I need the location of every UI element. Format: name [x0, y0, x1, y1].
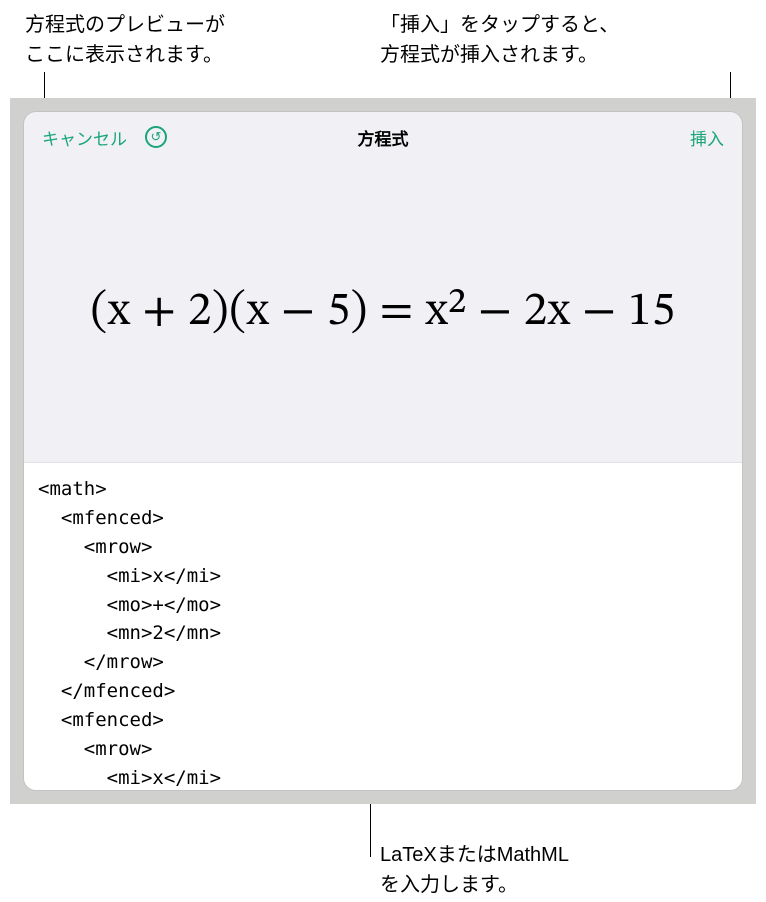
- equation-preview-render: (x + 2)(x − 5) = x² − 2x − 15: [90, 283, 675, 342]
- undo-button[interactable]: ↺: [145, 126, 167, 148]
- annotation-input-text: LaTeXまたはMathML を入力します。: [380, 840, 569, 900]
- annotation-preview-text: 方程式のプレビューが ここに表示されます。: [25, 10, 225, 70]
- insert-button[interactable]: 挿入: [690, 125, 724, 150]
- annotation-insert-text: 「挿入」をタップすると、 方程式が挿入されます。: [380, 10, 619, 70]
- source-code-visible: <math> <mfenced> <mrow> <mi>x</mi> <mo>+…: [38, 478, 221, 789]
- undo-icon: ↺: [151, 129, 162, 145]
- toolbar-title: 方程式: [358, 125, 409, 150]
- device-frame: キャンセル ↺ 方程式 挿入 (x + 2)(x − 5) = x² − 2x …: [10, 98, 756, 804]
- equation-preview-area: (x + 2)(x − 5) = x² − 2x − 15: [24, 162, 742, 462]
- equation-editor: キャンセル ↺ 方程式 挿入 (x + 2)(x − 5) = x² − 2x …: [24, 112, 742, 790]
- equation-source-input[interactable]: <math> <mfenced> <mrow> <mi>x</mi> <mo>+…: [24, 462, 742, 790]
- cancel-button[interactable]: キャンセル: [42, 125, 127, 150]
- toolbar: キャンセル ↺ 方程式 挿入: [24, 112, 742, 162]
- toolbar-left: キャンセル ↺: [42, 125, 167, 150]
